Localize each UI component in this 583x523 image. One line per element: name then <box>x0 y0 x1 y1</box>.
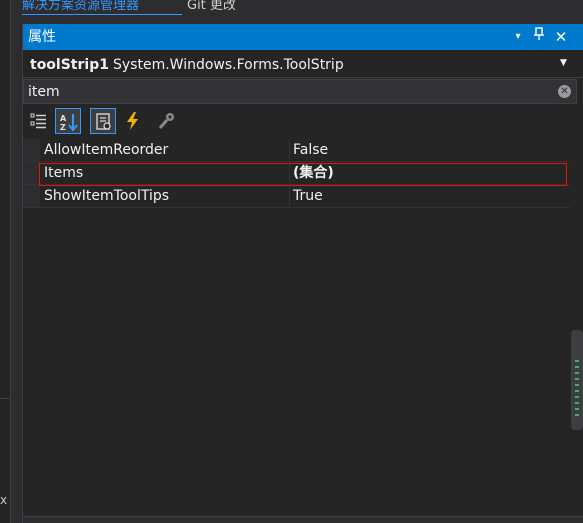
clear-search-icon[interactable]: ✕ <box>558 85 571 98</box>
row-gutter <box>23 162 40 184</box>
column-divider <box>289 139 290 161</box>
scroll-marker <box>575 390 579 392</box>
scrollbar-thumb[interactable] <box>571 330 583 430</box>
chevron-down-icon[interactable]: ▼ <box>560 58 567 68</box>
property-name: Items <box>44 165 84 181</box>
properties-icon <box>96 113 111 130</box>
property-search-box: ✕ <box>23 79 577 104</box>
scroll-marker <box>575 360 579 362</box>
scroll-marker <box>575 402 579 404</box>
panel-title: 属性 <box>28 29 56 45</box>
properties-toolbar: A Z <box>23 106 583 136</box>
search-input[interactable] <box>28 82 548 101</box>
pin-glyph <box>534 27 544 40</box>
svg-text:A: A <box>60 114 67 123</box>
property-grid: AllowItemReorder False Items (集合) ShowIt… <box>23 139 570 208</box>
description-pane-edge <box>23 516 583 523</box>
scroll-marker <box>575 414 579 416</box>
categorized-button[interactable] <box>26 108 52 134</box>
scroll-marker <box>575 378 579 380</box>
ide-window: x 解决方案资源管理器 Git 更改 属性 ▾ ✕ toolStrip1 Sys… <box>0 0 583 523</box>
object-selector[interactable]: toolStrip1 System.Windows.Forms.ToolStri… <box>23 52 583 78</box>
property-value[interactable]: False <box>293 141 328 159</box>
tab-solution-explorer[interactable]: 解决方案资源管理器 <box>22 0 182 15</box>
property-row-items[interactable]: Items (集合) <box>23 162 570 185</box>
scroll-marker <box>575 384 579 386</box>
left-panel-edge: x <box>0 0 11 523</box>
row-gutter <box>23 185 40 207</box>
scroll-marker <box>575 408 579 410</box>
scroll-marker <box>575 396 579 398</box>
scroll-marker <box>575 372 579 374</box>
property-name: AllowItemReorder <box>44 142 169 158</box>
object-type: System.Windows.Forms.ToolStrip <box>113 57 344 73</box>
property-pages-icon <box>158 113 174 129</box>
window-position-dropdown-icon[interactable]: ▾ <box>509 27 527 47</box>
property-name: ShowItemToolTips <box>44 188 170 204</box>
left-panel-divider <box>0 398 11 399</box>
tab-git-changes[interactable]: Git 更改 <box>187 0 257 14</box>
column-divider <box>289 185 290 207</box>
property-value[interactable]: (集合) <box>293 164 334 182</box>
svg-text:Z: Z <box>60 123 66 132</box>
close-icon[interactable]: ✕ <box>552 27 570 47</box>
events-icon <box>127 112 138 130</box>
column-divider <box>289 162 290 184</box>
properties-view-button[interactable] <box>90 108 116 134</box>
property-pages-button[interactable] <box>154 108 180 134</box>
properties-panel: 属性 ▾ ✕ toolStrip1 System.Windows.Forms.T… <box>22 24 583 523</box>
categorized-icon <box>30 113 46 129</box>
object-name: toolStrip1 <box>30 57 109 73</box>
property-row-allowitemreorder[interactable]: AllowItemReorder False <box>23 139 570 162</box>
document-tab-strip: 解决方案资源管理器 Git 更改 <box>11 0 583 18</box>
properties-title-bar: 属性 ▾ ✕ <box>23 24 583 50</box>
property-row-showitemtooltips[interactable]: ShowItemToolTips True <box>23 185 570 208</box>
alphabetical-button[interactable]: A Z <box>55 108 81 134</box>
pin-icon[interactable] <box>530 27 548 47</box>
alphabetical-icon: A Z <box>60 114 78 132</box>
property-value[interactable]: True <box>293 187 323 205</box>
events-button[interactable] <box>120 108 146 134</box>
scroll-marker <box>575 366 579 368</box>
row-gutter <box>23 139 40 161</box>
left-panel-close-icon[interactable]: x <box>0 493 7 507</box>
